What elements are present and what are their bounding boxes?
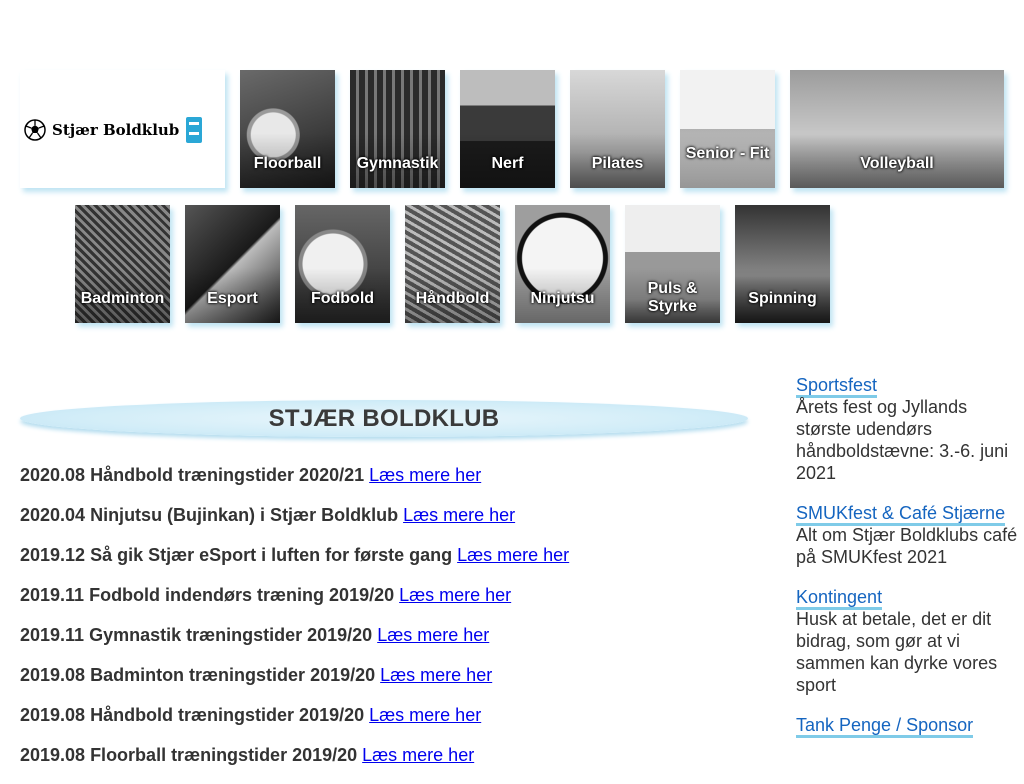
read-more-link[interactable]: Læs mere her — [457, 545, 569, 565]
news-text: 2019.11 Gymnastik træningstider 2019/20 — [20, 625, 373, 645]
tile-floorball[interactable]: Floorball — [240, 70, 335, 188]
news-item: 2019.08 Håndbold træningstider 2019/20 L… — [20, 704, 760, 744]
football-icon — [24, 119, 46, 141]
read-more-link[interactable]: Læs mere her — [377, 625, 489, 645]
logo[interactable]: Stjær Boldklub — [24, 117, 203, 143]
read-more-link[interactable]: Læs mere her — [399, 585, 511, 605]
tile-label: Badminton — [80, 290, 165, 307]
news-text: 2019.08 Badminton træningstider 2019/20 — [20, 665, 376, 685]
tile-ninjutsu[interactable]: Ninjutsu — [515, 205, 610, 323]
logo-badge-icon — [186, 117, 203, 143]
tile-label: Senior - Fit — [685, 145, 770, 162]
news-item: 2019.11 Fodbold indendørs træning 2019/2… — [20, 584, 760, 624]
tile-badminton[interactable]: Badminton — [75, 205, 170, 323]
section-banner: STJÆR BOLDKLUB — [20, 400, 748, 437]
tile-spinning[interactable]: Spinning — [735, 205, 830, 323]
tile-handbold[interactable]: Håndbold — [405, 205, 500, 323]
tile-label: Ninjutsu — [530, 290, 595, 307]
tile-senior-fit[interactable]: Senior - Fit — [680, 70, 775, 188]
tile-label: Gymnastik — [356, 155, 439, 172]
sidebar-item-tank-penge: Tank Penge / Sponsor — [796, 714, 1018, 738]
tile-label: Puls & Styrke — [647, 280, 698, 315]
sidebar: Sportsfest Årets fest og Jyllands størst… — [796, 374, 1018, 754]
tile-puls-styrke[interactable]: Puls & Styrke — [625, 205, 720, 323]
tile-volleyball[interactable]: Volleyball — [790, 70, 1004, 188]
sidebar-desc: Husk at betale, det er dit bidrag, som g… — [796, 609, 998, 695]
read-more-link[interactable]: Læs mere her — [403, 505, 515, 525]
tile-label: Pilates — [591, 155, 644, 172]
sidebar-desc: Alt om Stjær Boldklubs café på SMUKfest … — [796, 525, 1018, 567]
logo-box[interactable]: Stjær Boldklub — [20, 70, 225, 188]
sidebar-desc: Årets fest og Jyllands største udendørs … — [796, 397, 1009, 483]
sidebar-link[interactable]: Sportsfest — [796, 375, 878, 398]
tile-label: Nerf — [491, 155, 524, 172]
news-text: 2019.11 Fodbold indendørs træning 2019/2… — [20, 585, 395, 605]
logo-text: Stjær Boldklub — [52, 121, 180, 139]
news-item: 2019.12 Så gik Stjær eSport i luften for… — [20, 544, 760, 584]
news-text: 2019.08 Håndbold træningstider 2019/20 — [20, 705, 365, 725]
read-more-link[interactable]: Læs mere her — [362, 745, 474, 765]
news-list: 2020.08 Håndbold træningstider 2020/21 L… — [20, 464, 760, 784]
tile-label: Fodbold — [310, 290, 375, 307]
tile-esport[interactable]: Esport — [185, 205, 280, 323]
news-item: 2020.08 Håndbold træningstider 2020/21 L… — [20, 464, 760, 504]
sidebar-item-kontingent: Kontingent Husk at betale, det er dit bi… — [796, 586, 1018, 696]
read-more-link[interactable]: Læs mere her — [369, 465, 481, 485]
news-item: 2019.11 Gymnastik træningstider 2019/20 … — [20, 624, 760, 664]
read-more-link[interactable]: Læs mere her — [380, 665, 492, 685]
news-text: 2019.08 Floorball træningstider 2019/20 — [20, 745, 358, 765]
tile-gymnastik[interactable]: Gymnastik — [350, 70, 445, 188]
sidebar-link[interactable]: Tank Penge / Sponsor — [796, 715, 974, 738]
sidebar-link[interactable]: Kontingent — [796, 587, 883, 610]
news-item: 2019.08 Floorball træningstider 2019/20 … — [20, 744, 760, 784]
sidebar-item-smukfest: SMUKfest & Café Stjærne Alt om Stjær Bol… — [796, 502, 1018, 568]
read-more-link[interactable]: Læs mere her — [369, 705, 481, 725]
tile-label: Esport — [207, 290, 258, 307]
tile-label: Spinning — [748, 290, 817, 307]
tile-label: Volleyball — [860, 155, 934, 172]
page-title: STJÆR BOLDKLUB — [268, 405, 500, 432]
news-item: 2020.04 Ninjutsu (Bujinkan) i Stjær Bold… — [20, 504, 760, 544]
tile-pilates[interactable]: Pilates — [570, 70, 665, 188]
news-item: 2019.08 Badminton træningstider 2019/20 … — [20, 664, 760, 704]
tile-fodbold[interactable]: Fodbold — [295, 205, 390, 323]
tile-nerf[interactable]: Nerf — [460, 70, 555, 188]
sidebar-item-sportsfest: Sportsfest Årets fest og Jyllands størst… — [796, 374, 1018, 484]
news-text: 2020.04 Ninjutsu (Bujinkan) i Stjær Bold… — [20, 505, 399, 525]
tile-label: Håndbold — [415, 290, 490, 307]
sidebar-link[interactable]: SMUKfest & Café Stjærne — [796, 503, 1006, 526]
news-text: 2020.08 Håndbold træningstider 2020/21 — [20, 465, 365, 485]
tile-label: Floorball — [253, 155, 322, 172]
news-text: 2019.12 Så gik Stjær eSport i luften for… — [20, 545, 453, 565]
